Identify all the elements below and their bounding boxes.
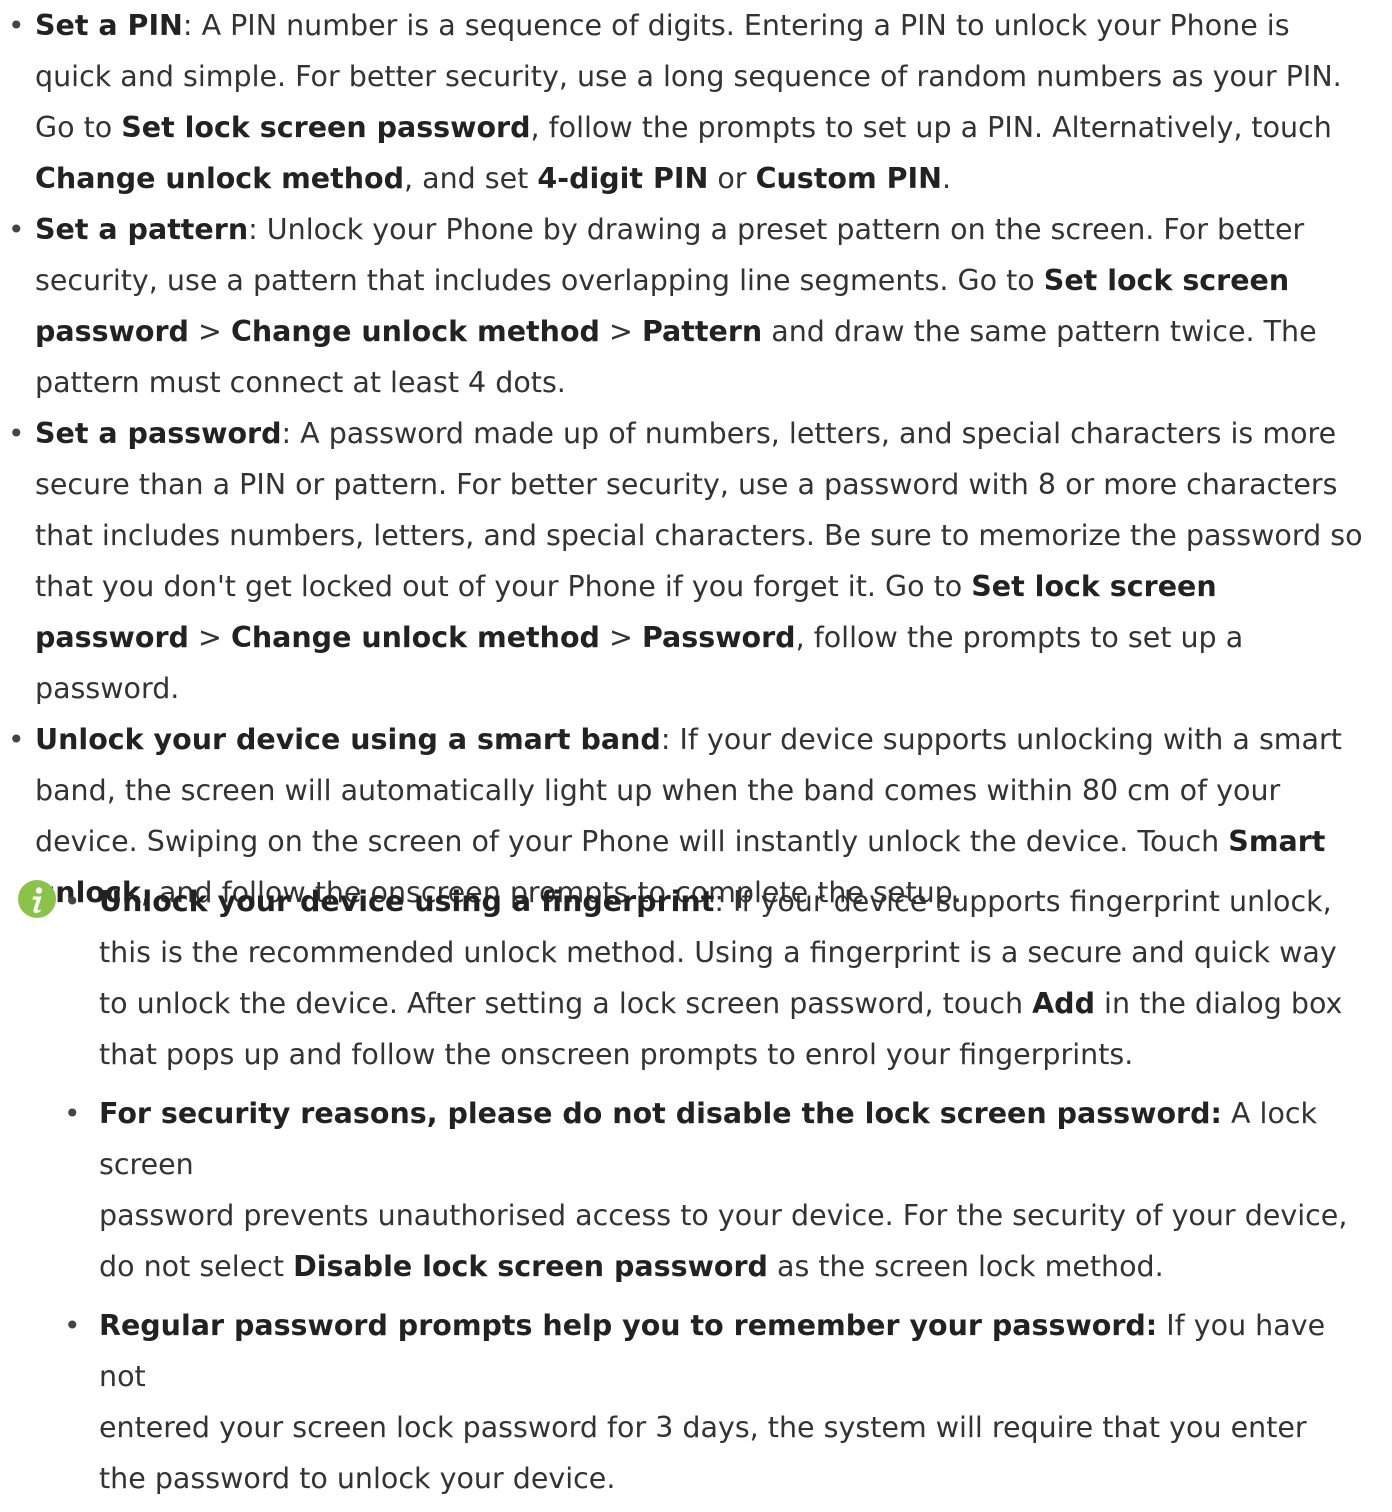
item-title: Unlock your device using a smart band [35, 723, 661, 756]
item-title: Set a pattern [35, 213, 249, 246]
item-title: Set a PIN [35, 9, 183, 42]
bullet: • [8, 723, 25, 756]
item-title: Regular password prompts help you to rem… [99, 1309, 1158, 1342]
list-item-set-pattern: • Set a pattern: Unlock your Phone by dr… [8, 204, 1385, 408]
item-title: Unlock your device using a fingerprint [99, 885, 715, 918]
list-item-set-password: • Set a password: A password made up of … [8, 408, 1385, 714]
info-icon-glyph [32, 887, 43, 914]
note-item-security: • For security reasons, please do not di… [64, 1088, 1374, 1292]
item-title: Set a password [35, 417, 282, 450]
item-title: For security reasons, please do not disa… [99, 1097, 1222, 1130]
document-page: • Set a PIN: A PIN number is a sequence … [0, 0, 1392, 1495]
bullet: • [64, 1309, 81, 1342]
note-item-fingerprint: • Unlock your device using a fingerprint… [64, 876, 1374, 1080]
info-icon [18, 880, 56, 918]
unlock-methods-list: • Set a PIN: A PIN number is a sequence … [8, 0, 1385, 918]
note-item-regular-prompts: • Regular password prompts help you to r… [64, 1300, 1374, 1504]
bullet: • [64, 885, 81, 918]
note-list: • Unlock your device using a fingerprint… [64, 876, 1374, 1512]
list-item-set-pin: • Set a PIN: A PIN number is a sequence … [8, 0, 1385, 204]
bullet: • [8, 213, 25, 246]
bullet: • [8, 9, 25, 42]
bullet: • [8, 417, 25, 450]
bullet: • [64, 1097, 81, 1130]
